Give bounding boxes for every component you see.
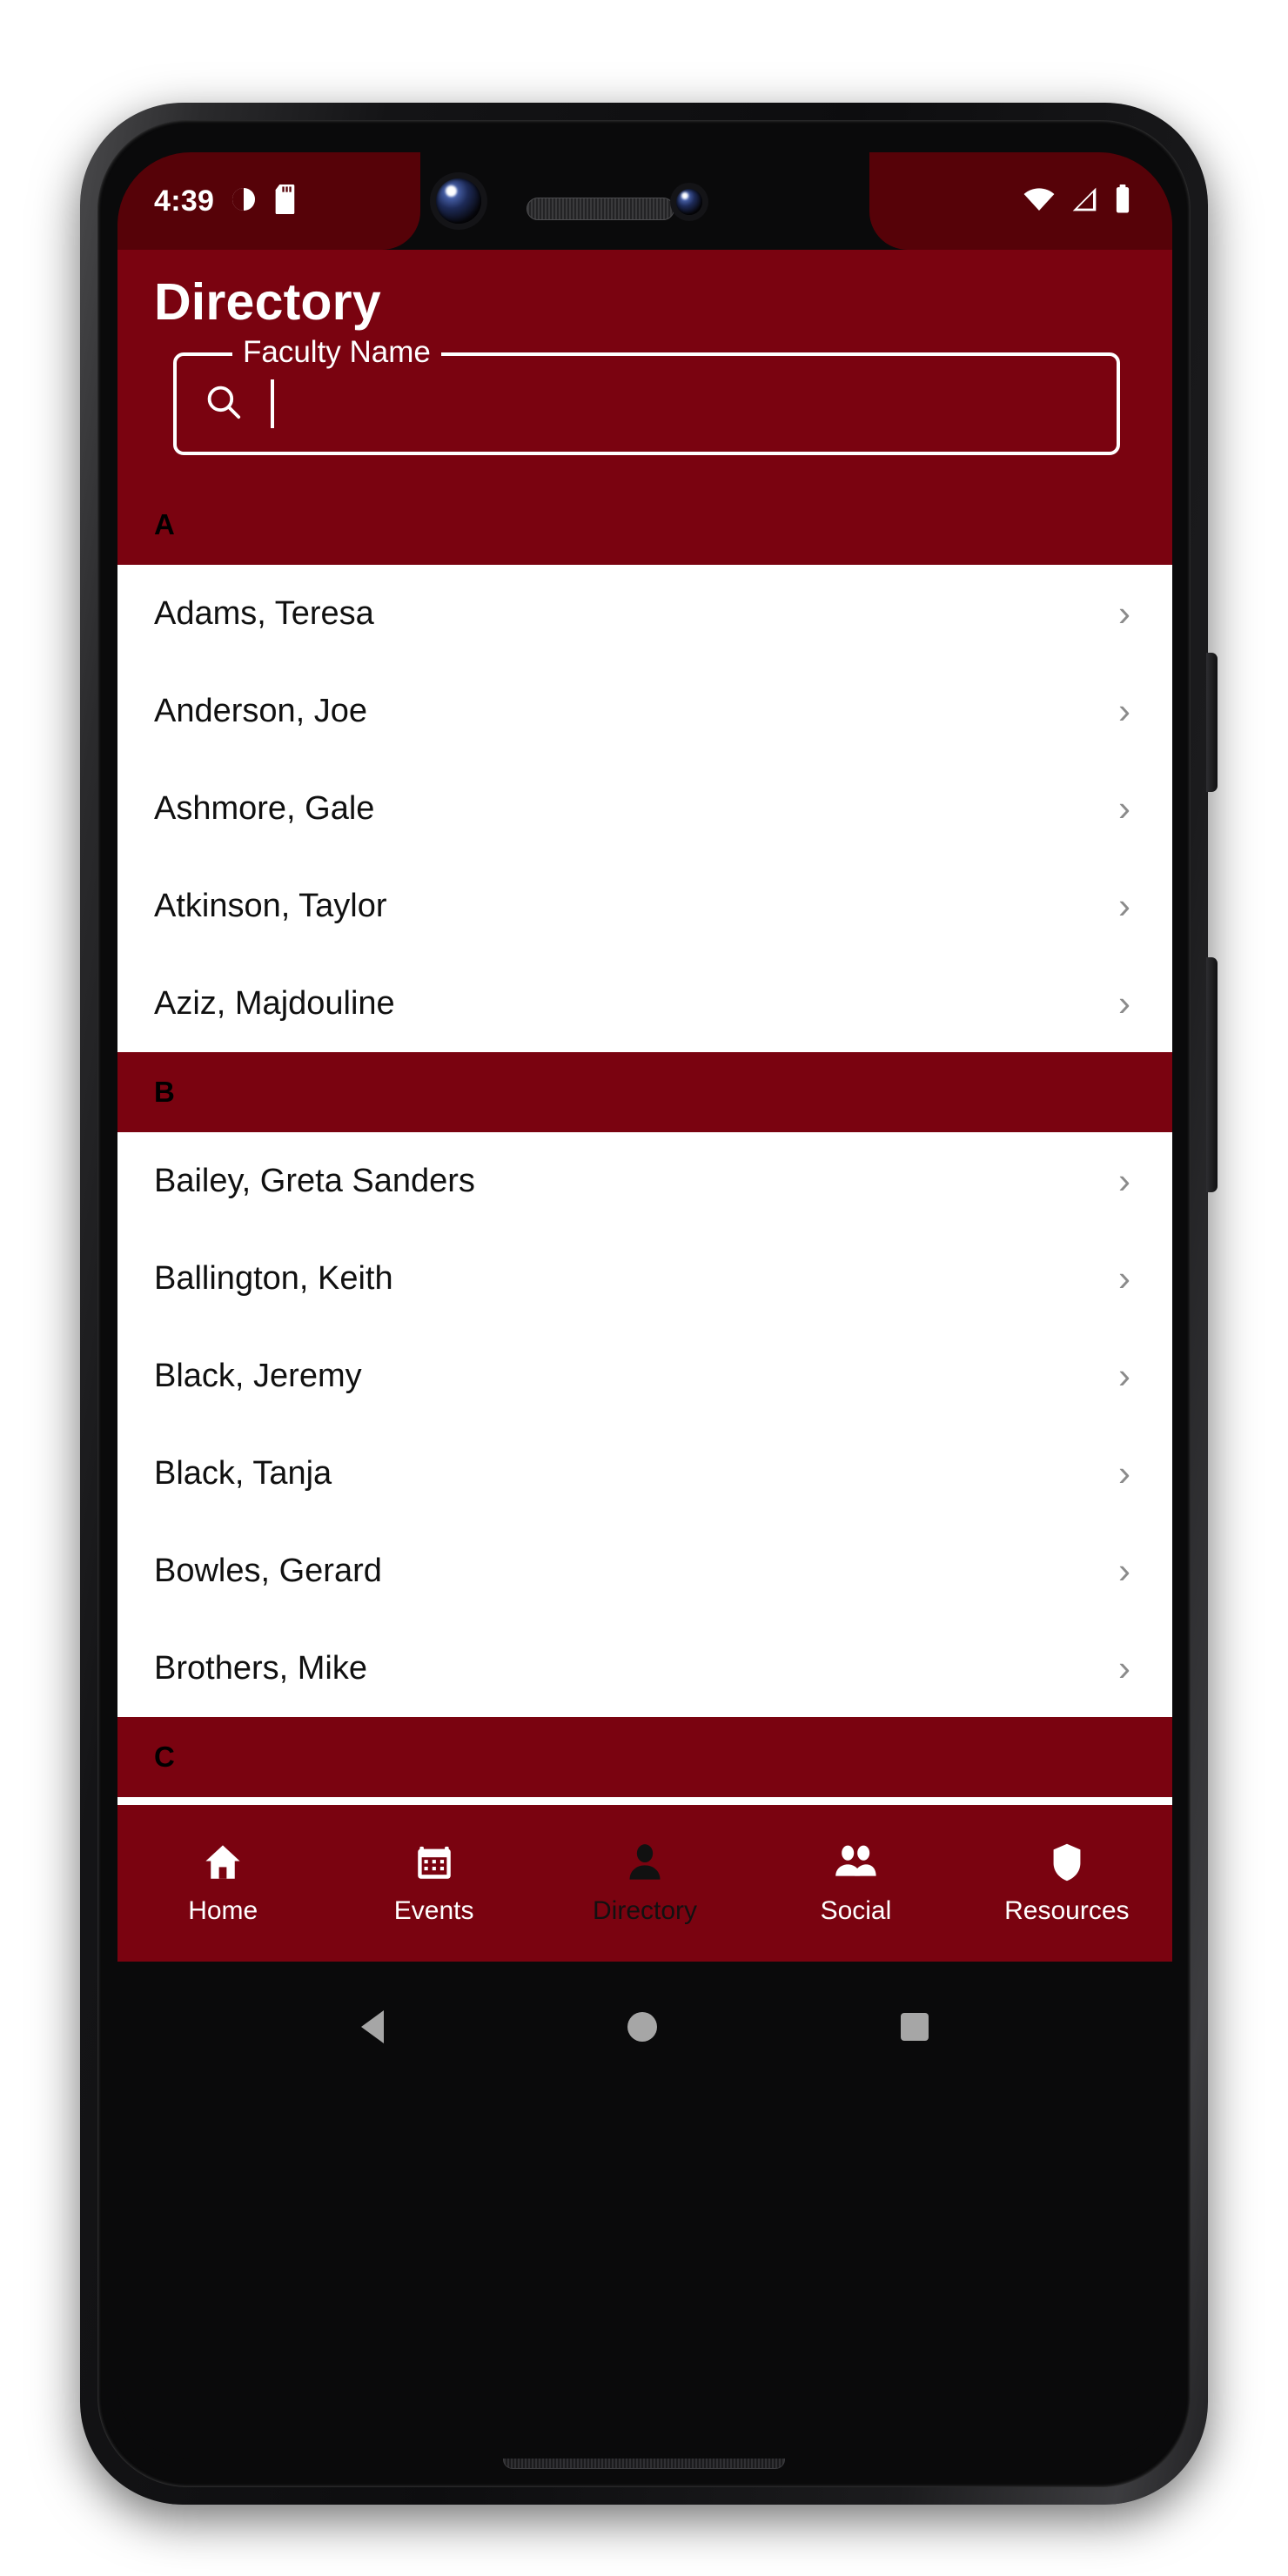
list-item-label: Atkinson, Taylor — [154, 887, 387, 924]
phone-screen: 4:39 Directory Faculty Name A Adams, Ter… — [117, 152, 1172, 2459]
section-header-letter: C — [154, 1741, 175, 1773]
nav-label: Resources — [1004, 1896, 1130, 1925]
list-item-label: Bowles, Gerard — [154, 1552, 382, 1589]
list-item[interactable]: Atkinson, Taylor › — [117, 857, 1172, 955]
power-button[interactable] — [1206, 653, 1218, 792]
chevron-right-icon: › — [1118, 593, 1130, 634]
list-item-label: Ashmore, Gale — [154, 789, 375, 827]
list-item[interactable]: Brothers, Mike › — [117, 1620, 1172, 1717]
list-item-label: Adams, Teresa — [154, 594, 374, 632]
section-header-b: B — [117, 1052, 1172, 1132]
section-header-letter: A — [154, 508, 175, 540]
nav-item-home[interactable]: Home — [117, 1841, 328, 1926]
home-icon — [201, 1841, 245, 1884]
chevron-right-icon: › — [1118, 1160, 1130, 1201]
home-circle-icon[interactable] — [627, 2012, 657, 2042]
calendar-icon — [413, 1841, 456, 1884]
status-bar-right-background — [869, 152, 1172, 250]
list-item[interactable]: Adams, Teresa › — [117, 565, 1172, 662]
list-item-label: Aziz, Majdouline — [154, 984, 395, 1022]
nav-label: Events — [393, 1896, 474, 1925]
nav-item-directory[interactable]: Directory — [540, 1841, 750, 1926]
android-navigation-bar — [117, 1962, 1172, 2092]
front-camera-main-icon — [436, 178, 481, 224]
chevron-right-icon: › — [1118, 788, 1130, 828]
nav-item-resources[interactable]: Resources — [962, 1841, 1172, 1926]
nav-item-social[interactable]: Social — [750, 1841, 961, 1926]
shield-icon — [1045, 1841, 1089, 1884]
section-header-letter: B — [154, 1076, 175, 1108]
list-item-label: Bailey, Greta Sanders — [154, 1162, 475, 1199]
back-triangle-icon[interactable] — [361, 2010, 384, 2043]
camera-glint — [446, 185, 457, 197]
list-item-label: Black, Tanja — [154, 1454, 332, 1492]
list-item-label: Ballington, Keith — [154, 1259, 393, 1297]
nav-label: Social — [820, 1896, 892, 1925]
chevron-right-icon: › — [1118, 885, 1130, 926]
search-field-inner — [173, 352, 1120, 455]
notch-area: 4:39 — [117, 152, 1172, 250]
status-bar-left-background — [117, 152, 420, 250]
section-header-a: A — [117, 485, 1172, 565]
front-camera-secondary-icon — [676, 189, 702, 215]
chevron-right-icon: › — [1118, 1258, 1130, 1298]
recents-square-icon[interactable] — [901, 2013, 929, 2041]
list-item-label: Anderson, Joe — [154, 692, 368, 729]
chevron-right-icon: › — [1118, 1355, 1130, 1396]
search-icon — [203, 381, 245, 427]
list-item[interactable]: Ballington, Keith › — [117, 1230, 1172, 1327]
list-item[interactable]: Black, Tanja › — [117, 1425, 1172, 1522]
chevron-right-icon: › — [1118, 1647, 1130, 1688]
list-item-label: Black, Jeremy — [154, 1357, 362, 1394]
list-item[interactable]: Ashmore, Gale › — [117, 760, 1172, 857]
chevron-right-icon: › — [1118, 1452, 1130, 1493]
directory-list[interactable]: A Adams, Teresa › Anderson, Joe › Ashmor… — [117, 485, 1172, 1797]
app-header: Directory Faculty Name — [117, 250, 1172, 485]
list-item[interactable]: Bowles, Gerard › — [117, 1522, 1172, 1620]
person-icon — [623, 1841, 667, 1884]
nav-label: Home — [188, 1896, 258, 1925]
chevron-right-icon: › — [1118, 1550, 1130, 1591]
bottom-navigation-bar: Home Events Directory Social Resources — [117, 1805, 1172, 1962]
bottom-nav-divider — [117, 1797, 1172, 1805]
people-icon — [831, 1841, 880, 1884]
page-title: Directory — [154, 273, 381, 331]
search-text-cursor — [271, 379, 274, 428]
nav-label: Directory — [593, 1896, 698, 1925]
camera-glint-secondary — [681, 192, 688, 199]
nav-item-events[interactable]: Events — [328, 1841, 539, 1926]
chevron-right-icon: › — [1118, 690, 1130, 731]
list-item[interactable]: Anderson, Joe › — [117, 662, 1172, 760]
list-item-label: Brothers, Mike — [154, 1649, 367, 1687]
chevron-right-icon: › — [1118, 983, 1130, 1023]
section-header-c: C — [117, 1717, 1172, 1797]
list-item[interactable]: Bailey, Greta Sanders › — [117, 1132, 1172, 1230]
earpiece-speaker-grille — [527, 198, 674, 220]
list-item[interactable]: Aziz, Majdouline › — [117, 955, 1172, 1052]
list-item[interactable]: Black, Jeremy › — [117, 1327, 1172, 1425]
faculty-name-search-field[interactable]: Faculty Name — [173, 333, 1120, 455]
volume-button[interactable] — [1206, 957, 1218, 1192]
